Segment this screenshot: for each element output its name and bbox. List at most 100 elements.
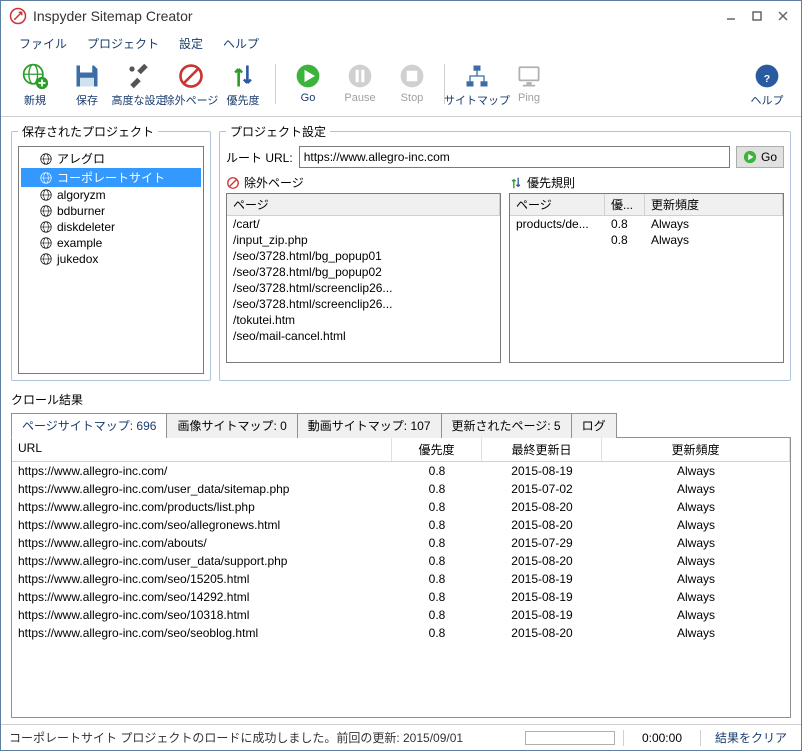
url-cell: https://www.allegro-inc.com/ <box>12 463 392 479</box>
save-button[interactable]: 保存 <box>61 60 113 110</box>
project-tree[interactable]: アレグロコーポレートサイトalgoryzmbdburnerdiskdeleter… <box>18 146 204 374</box>
priority-label: 優先度 <box>227 92 260 108</box>
table-row[interactable]: https://www.allegro-inc.com/seo/14292.ht… <box>12 588 790 606</box>
minimize-button[interactable] <box>721 6 741 26</box>
priority-list[interactable]: ページ 優... 更新頻度 products/de...0.8Always0.8… <box>509 193 784 363</box>
table-row[interactable]: https://www.allegro-inc.com/seo/allegron… <box>12 516 790 534</box>
list-item[interactable]: /tokutei.htm <box>227 312 500 328</box>
menu-file[interactable]: ファイル <box>11 33 75 54</box>
tab-updated-pages[interactable]: 更新されたページ: 5 <box>441 413 572 438</box>
exclude-panel: 除外ページ ページ /cart//input_zip.php/seo/3728.… <box>226 174 501 363</box>
pause-button: Pause <box>334 60 386 106</box>
project-item[interactable]: jukedox <box>21 251 201 267</box>
project-item[interactable]: アレグロ <box>21 149 201 168</box>
advanced-button[interactable]: 高度な設定 <box>113 60 165 110</box>
table-row[interactable]: https://www.allegro-inc.com/seo/seoblog.… <box>12 624 790 642</box>
app-icon <box>9 7 27 25</box>
table-row[interactable]: https://www.allegro-inc.com/products/lis… <box>12 498 790 516</box>
go-button[interactable]: Go <box>282 60 334 106</box>
col-page[interactable]: ページ <box>510 194 605 215</box>
col-freq[interactable]: 更新頻度 <box>645 194 783 215</box>
list-item[interactable]: /cart/ <box>227 216 500 232</box>
project-item[interactable]: diskdeleter <box>21 219 201 235</box>
table-row[interactable]: https://www.allegro-inc.com/seo/15205.ht… <box>12 570 790 588</box>
sitemap-button[interactable]: サイトマップ <box>451 60 503 110</box>
col-pri[interactable]: 優先度 <box>392 438 482 461</box>
arrows-icon <box>509 176 523 190</box>
new-label: 新規 <box>24 92 46 108</box>
table-row[interactable]: https://www.allegro-inc.com/0.82015-08-1… <box>12 462 790 480</box>
list-item[interactable]: /seo/3728.html/screenclip26... <box>227 280 500 296</box>
table-row[interactable]: https://www.allegro-inc.com/seo/10318.ht… <box>12 606 790 624</box>
list-item[interactable]: /seo/3728.html/bg_popup01 <box>227 248 500 264</box>
project-name: アレグロ <box>57 150 105 167</box>
freq-cell: Always <box>602 499 790 515</box>
clear-results-button[interactable]: 結果をクリア <box>709 729 793 746</box>
crawl-tabs: ページサイトマップ: 696 画像サイトマップ: 0 動画サイトマップ: 107… <box>11 412 791 438</box>
new-button[interactable]: 新規 <box>9 60 61 110</box>
mod-cell: 2015-08-20 <box>482 517 602 533</box>
exclude-list[interactable]: ページ /cart//input_zip.php/seo/3728.html/b… <box>226 193 501 363</box>
advanced-label: 高度な設定 <box>112 92 167 108</box>
pri-cell: 0.8 <box>392 535 482 551</box>
url-go-button[interactable]: Go <box>736 146 784 168</box>
globe-icon <box>39 188 53 202</box>
table-row[interactable]: https://www.allegro-inc.com/user_data/su… <box>12 552 790 570</box>
col-freq[interactable]: 更新頻度 <box>602 438 790 461</box>
exclude-label: 除外ページ <box>164 92 219 108</box>
exclude-title: 除外ページ <box>244 174 304 191</box>
freq-cell: Always <box>602 625 790 641</box>
pri-cell: 0.8 <box>392 517 482 533</box>
url-cell: https://www.allegro-inc.com/products/lis… <box>12 499 392 515</box>
list-item[interactable]: /seo/mail-cancel.html <box>227 328 500 344</box>
mod-cell: 2015-08-19 <box>482 589 602 605</box>
stop-icon <box>398 62 426 90</box>
pri-cell: 0.8 <box>392 571 482 587</box>
page-cell: /seo/mail-cancel.html <box>227 328 500 344</box>
help-label: ヘルプ <box>751 92 784 108</box>
tab-page-sitemap[interactable]: ページサイトマップ: 696 <box>11 413 167 438</box>
crawl-grid[interactable]: URL 優先度 最終更新日 更新頻度 https://www.allegro-i… <box>11 438 791 718</box>
list-item[interactable]: /seo/3728.html/screenclip26... <box>227 296 500 312</box>
root-url-input[interactable] <box>299 146 730 168</box>
tab-video-sitemap[interactable]: 動画サイトマップ: 107 <box>297 413 442 438</box>
project-name: algoryzm <box>57 188 106 202</box>
crawl-title: クロール結果 <box>11 391 791 408</box>
menu-help[interactable]: ヘルプ <box>215 33 267 54</box>
col-pri[interactable]: 優... <box>605 194 645 215</box>
exclude-button[interactable]: 除外ページ <box>165 60 217 110</box>
mod-cell: 2015-08-20 <box>482 499 602 515</box>
priority-button[interactable]: 優先度 <box>217 60 269 110</box>
menu-project[interactable]: プロジェクト <box>79 33 167 54</box>
col-page[interactable]: ページ <box>227 194 500 215</box>
pri-cell: 0.8 <box>605 232 645 248</box>
project-name: diskdeleter <box>57 220 115 234</box>
project-item[interactable]: example <box>21 235 201 251</box>
mod-cell: 2015-08-20 <box>482 553 602 569</box>
tab-log[interactable]: ログ <box>571 413 617 438</box>
project-item[interactable]: bdburner <box>21 203 201 219</box>
freq-cell: Always <box>602 463 790 479</box>
help-button[interactable]: ?ヘルプ <box>741 60 793 110</box>
list-item[interactable]: products/de...0.8Always <box>510 216 783 232</box>
menu-settings[interactable]: 設定 <box>171 33 211 54</box>
close-button[interactable] <box>773 6 793 26</box>
freq-cell: Always <box>602 607 790 623</box>
list-item[interactable]: /seo/3728.html/bg_popup02 <box>227 264 500 280</box>
col-mod[interactable]: 最終更新日 <box>482 438 602 461</box>
page-cell: /seo/3728.html/bg_popup02 <box>227 264 500 280</box>
list-item[interactable]: 0.8Always <box>510 232 783 248</box>
project-item[interactable]: コーポレートサイト <box>21 168 201 187</box>
maximize-button[interactable] <box>747 6 767 26</box>
table-row[interactable]: https://www.allegro-inc.com/abouts/0.820… <box>12 534 790 552</box>
col-url[interactable]: URL <box>12 438 392 461</box>
sitemap-label: サイトマップ <box>444 92 510 108</box>
tab-image-sitemap[interactable]: 画像サイトマップ: 0 <box>166 413 297 438</box>
table-row[interactable]: https://www.allegro-inc.com/user_data/si… <box>12 480 790 498</box>
arrows-icon <box>229 62 257 90</box>
project-item[interactable]: algoryzm <box>21 187 201 203</box>
root-url-label: ルート URL: <box>226 149 293 166</box>
globe-icon <box>39 236 53 250</box>
project-settings-title: プロジェクト設定 <box>226 123 330 140</box>
list-item[interactable]: /input_zip.php <box>227 232 500 248</box>
